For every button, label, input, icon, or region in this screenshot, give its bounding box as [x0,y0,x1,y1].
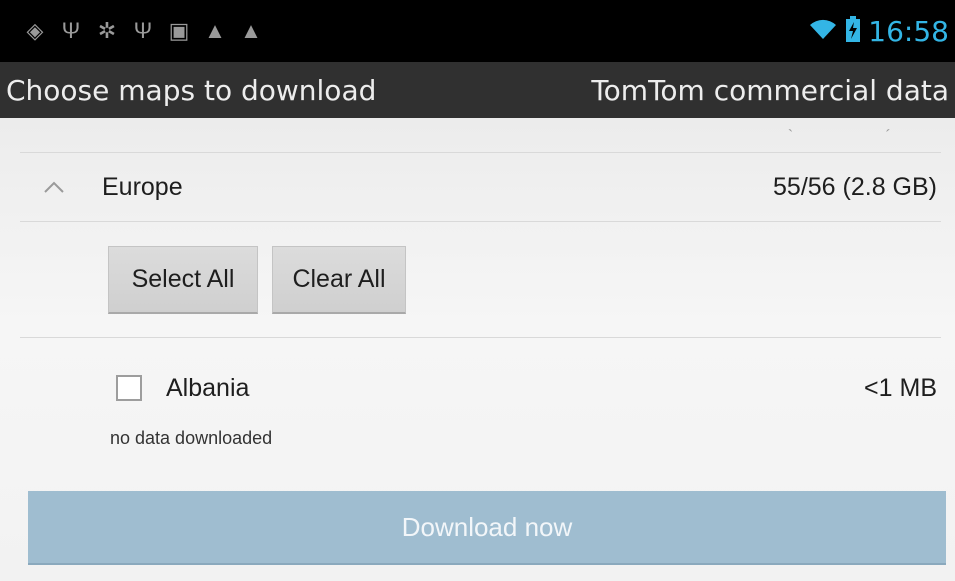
warning-icon: ▲ [204,18,226,43]
region-row-europe[interactable]: Europe 55/56 (2.8 GB) [20,154,941,220]
divider [20,337,941,338]
clock: 16:58 [868,14,949,48]
battery-charging-icon [846,15,861,47]
region-name: Europe [102,172,183,201]
action-bar: Choose maps to download TomTom commercia… [0,62,955,120]
divider [20,152,941,153]
data-source-label: TomTom commercial data [591,73,949,107]
location-icon: ◈ [26,18,44,43]
download-now-button[interactable]: Download now [28,491,946,565]
region-left: Europe [20,173,183,202]
usb-icon: Ψ [133,18,153,43]
scroll-indicator: ` ´ [787,128,935,145]
chevron-up-icon[interactable] [40,173,68,201]
warning-icon: ▲ [240,18,262,43]
albania-checkbox[interactable] [116,375,142,401]
divider [20,221,941,222]
item-left: Albania [20,374,249,403]
image-icon: ▣ [168,18,190,43]
android-debug-icon: ✲ [97,18,117,43]
item-size: <1 MB [864,373,937,402]
select-all-button[interactable]: Select All [108,246,258,314]
item-name: Albania [166,373,250,402]
wifi-icon [808,17,838,46]
region-count: 55/56 (2.8 GB) [773,172,937,201]
item-status: no data downloaded [110,428,273,448]
list-item[interactable]: Albania <1 MB [20,363,941,413]
map-list[interactable]: ` ´ Europe 55/56 (2.8 GB) Select All Cle… [0,118,955,581]
usb-icon: Ψ [61,18,81,43]
clear-all-button[interactable]: Clear All [272,246,406,314]
page-title: Choose maps to download [6,73,377,107]
system-icons: 16:58 [808,15,955,48]
notification-icons: ◈ Ψ ✲ Ψ ▣ ▲ ▲ [0,20,262,42]
status-bar: ◈ Ψ ✲ Ψ ▣ ▲ ▲ 16:58 [0,0,955,62]
